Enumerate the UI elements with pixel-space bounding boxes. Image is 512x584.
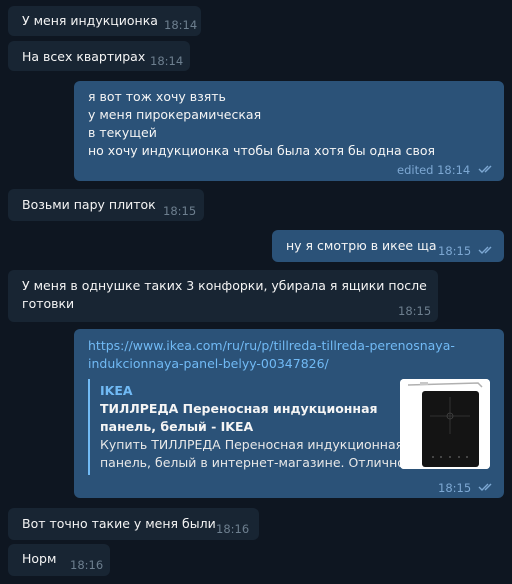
message-time: edited 18:14 bbox=[397, 163, 471, 177]
message-text: У меня индукционка bbox=[22, 13, 158, 28]
read-checkmarks-icon bbox=[478, 246, 492, 254]
message-incoming[interactable]: Вот точно такие у меня были 18:16 bbox=[8, 508, 259, 540]
message-line: но хочу индукционка чтобы была хотя бы о… bbox=[88, 143, 436, 158]
message-time: 18:15 bbox=[438, 244, 472, 258]
message-text: ну я смотрю в икее ща bbox=[286, 238, 437, 253]
preview-thumbnail bbox=[400, 379, 490, 469]
message-incoming[interactable]: Возьми пару плиток 18:15 bbox=[8, 189, 204, 221]
message-incoming[interactable]: Норм 18:16 bbox=[8, 544, 110, 576]
message-incoming[interactable]: На всех квартирах 18:14 bbox=[8, 41, 190, 71]
message-text: Возьми пару плиток bbox=[22, 197, 156, 212]
read-checkmarks-icon bbox=[478, 483, 492, 491]
preview-title: панель, белый - IKEA bbox=[100, 419, 254, 434]
message-outgoing[interactable]: ну я смотрю в икее ща 18:15 bbox=[272, 230, 504, 262]
message-time: 18:15 bbox=[398, 304, 432, 318]
preview-description: панель, белый в интернет-магазине. Отлич… bbox=[100, 455, 417, 470]
message-time: 18:14 bbox=[150, 54, 184, 68]
preview-site-name: IKEA bbox=[100, 383, 133, 398]
message-outgoing-link[interactable]: https://www.ikea.com/ru/ru/p/tillreda-ti… bbox=[74, 329, 504, 498]
message-text: Вот точно такие у меня были bbox=[22, 516, 216, 531]
message-line: в текущей bbox=[88, 125, 157, 140]
message-incoming[interactable]: У меня в однушке таких 3 конфорки, убира… bbox=[8, 270, 438, 322]
message-time: 18:14 bbox=[164, 18, 198, 32]
message-outgoing[interactable]: я вот тож хочу взять у меня пирокерамиче… bbox=[74, 81, 504, 181]
induction-cooktop-image bbox=[400, 379, 490, 469]
message-incoming[interactable]: У меня индукционка 18:14 bbox=[8, 6, 201, 36]
message-line: я вот тож хочу взять bbox=[88, 89, 226, 104]
message-link[interactable]: https://www.ikea.com/ru/ru/p/tillreda-ti… bbox=[88, 338, 455, 354]
message-line: У меня в однушке таких 3 конфорки, убира… bbox=[22, 278, 427, 293]
message-line: у меня пирокерамическая bbox=[88, 107, 262, 122]
preview-description: Купить ТИЛЛРЕДА Переносная индукционная bbox=[100, 437, 404, 452]
preview-title: ТИЛЛРЕДА Переносная индукционная bbox=[100, 401, 378, 416]
link-preview[interactable]: IKEA ТИЛЛРЕДА Переносная индукционная па… bbox=[88, 379, 490, 475]
message-time: 18:16 bbox=[216, 522, 250, 536]
message-text: Норм bbox=[22, 551, 57, 566]
message-text: На всех квартирах bbox=[22, 49, 146, 64]
message-time: 18:16 bbox=[70, 558, 104, 572]
read-checkmarks-icon bbox=[478, 165, 492, 173]
message-time: 18:15 bbox=[163, 204, 197, 218]
message-line: готовки bbox=[22, 296, 75, 311]
message-link[interactable]: indukcionnaya-panel-belyy-00347826/ bbox=[88, 356, 329, 372]
message-time: 18:15 bbox=[438, 481, 472, 495]
